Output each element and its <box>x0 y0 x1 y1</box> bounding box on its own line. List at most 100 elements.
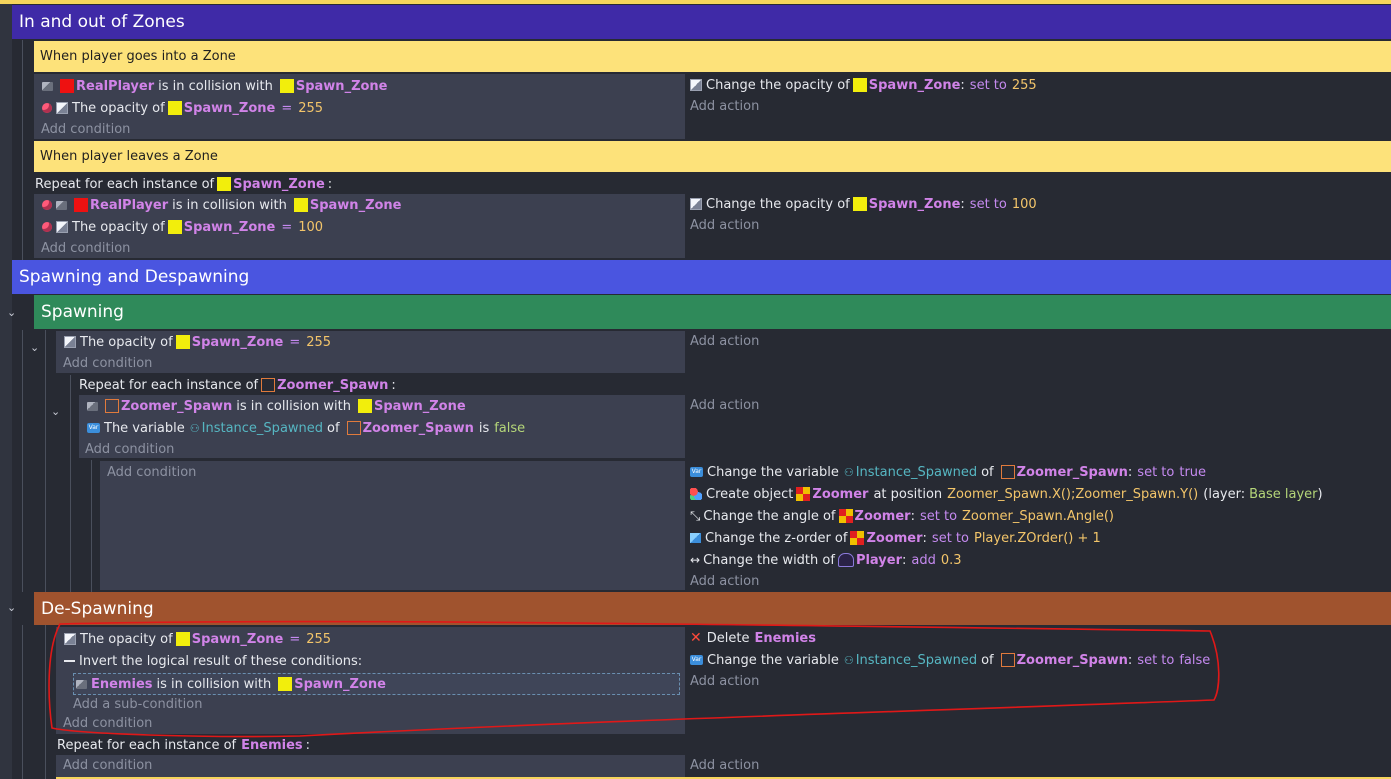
action-change-opacity[interactable]: Change the opacity of Spawn_Zone : set t… <box>690 194 1037 214</box>
condition-text: is in collision with <box>172 197 287 213</box>
repeat-event-actions[interactable]: Add action <box>686 395 1391 458</box>
action-change-variable[interactable]: Var Change the variable ⚇ Instance_Spawn… <box>690 650 1210 670</box>
create-object-icon <box>690 488 702 500</box>
group-spawning[interactable]: Spawning <box>34 295 1391 329</box>
comment-goes-into-zone[interactable]: When player goes into a Zone <box>34 41 1391 72</box>
event-2-actions[interactable]: Change the opacity of Spawn_Zone : set t… <box>686 194 1391 258</box>
add-action-button[interactable]: Add action <box>690 215 759 235</box>
group-spawning-and-despawning[interactable]: Spawning and Despawning <box>12 260 1391 294</box>
add-condition-button[interactable]: Add condition <box>63 755 152 775</box>
comment-text: When player goes into a Zone <box>40 49 236 64</box>
object-name: Zoomer <box>854 508 911 524</box>
repeat-header[interactable]: Repeat for each instance of Zoomer_Spawn… <box>79 375 396 395</box>
object-name: Zoomer_Spawn <box>362 420 474 436</box>
add-action-button[interactable]: Add action <box>690 96 759 116</box>
action-change-zorder[interactable]: Change the z-order of Zoomer : set to Pl… <box>690 528 1101 548</box>
repeat-event-conditions[interactable]: Zoomer_Spawn is in collision with Spawn_… <box>79 395 685 458</box>
action-delete[interactable]: ✕ Delete Enemies <box>690 628 816 648</box>
condition-opacity[interactable]: The opacity of Spawn_Zone = 100 <box>42 217 323 237</box>
chevron-down-icon[interactable]: ⌄ <box>7 306 16 319</box>
add-action-button[interactable]: Add action <box>690 395 759 415</box>
sub-event-conditions[interactable]: Add condition <box>100 461 685 590</box>
repeat-text: Repeat for each instance of <box>57 737 237 753</box>
event-2-conditions[interactable]: RealPlayer is in collision with Spawn_Zo… <box>34 194 685 258</box>
add-action-button[interactable]: Add action <box>690 755 759 775</box>
tree-line <box>70 375 71 592</box>
condition-text: is in collision with <box>236 398 352 414</box>
despawn-event-actions[interactable]: ✕ Delete Enemies Var Change the variable… <box>686 627 1391 734</box>
condition-opacity[interactable]: The opacity of Spawn_Zone = 255 <box>64 629 331 649</box>
chevron-down-icon[interactable]: ⌄ <box>30 341 39 354</box>
object-name: Spawn_Zone <box>233 176 325 192</box>
spawning-event-actions[interactable]: Add action <box>686 331 1391 373</box>
tree-line <box>22 40 23 260</box>
enemies-event-conditions[interactable]: Add condition <box>56 755 685 779</box>
variable-name: Instance_Spawned <box>855 464 978 480</box>
action-change-angle[interactable]: ⤡ Change the angle of Zoomer : set to Zo… <box>690 506 1114 526</box>
condition-collision[interactable]: RealPlayer is in collision with Spawn_Zo… <box>42 195 402 215</box>
condition-collision[interactable]: Zoomer_Spawn is in collision with Spawn_… <box>87 396 466 416</box>
chevron-down-icon[interactable]: ⌄ <box>51 405 60 418</box>
add-subcondition-button[interactable]: Add a sub-condition <box>73 694 202 714</box>
repeat-header[interactable]: Repeat for each instance of Spawn_Zone : <box>35 174 332 194</box>
comment-leaves-zone[interactable]: When player leaves a Zone <box>34 141 1391 172</box>
action-change-opacity[interactable]: Change the opacity of Spawn_Zone : set t… <box>690 75 1037 95</box>
value: 255 <box>1011 77 1037 93</box>
variable-name: Instance_Spawned <box>855 652 978 668</box>
object-name: Zoomer_Spawn <box>1016 652 1128 668</box>
tree-line <box>22 330 23 592</box>
condition-variable[interactable]: Var The variable ⚇ Instance_Spawned of Z… <box>87 418 525 438</box>
sub-event-actions[interactable]: Var Change the variable ⚇ Instance_Spawn… <box>686 461 1391 590</box>
condition-text: The opacity of <box>80 334 173 350</box>
condition-text: The opacity of <box>72 219 165 235</box>
condition-text: The opacity of <box>80 631 173 647</box>
add-action-button[interactable]: Add action <box>690 671 759 691</box>
player-icon <box>837 553 854 567</box>
event-1-conditions[interactable]: RealPlayer is in collision with Spawn_Zo… <box>34 74 685 139</box>
chevron-down-icon[interactable]: ⌄ <box>7 601 16 614</box>
object-name: Spawn_Zone <box>191 631 284 647</box>
condition-invert[interactable]: Invert the logical result of these condi… <box>64 651 362 671</box>
condition-text: is in collision with <box>158 78 273 94</box>
opacity-icon <box>56 102 68 114</box>
add-condition-button[interactable]: Add condition <box>107 462 196 482</box>
action-text: Change the opacity of <box>706 196 850 212</box>
despawn-event-conditions[interactable]: The opacity of Spawn_Zone = 255 Invert t… <box>56 627 685 734</box>
group-de-spawning[interactable]: De-Spawning <box>34 592 1391 625</box>
angle-icon: ⤡ <box>690 508 701 524</box>
value: 0.3 <box>940 552 962 568</box>
add-condition-button[interactable]: Add condition <box>41 238 130 258</box>
enemies-event-actions[interactable]: Add action <box>686 755 1391 779</box>
repeat-header[interactable]: Repeat for each instance of Enemies : <box>57 735 310 755</box>
opacity-icon <box>690 79 702 91</box>
add-condition-button[interactable]: Add condition <box>85 439 174 459</box>
condition-collision[interactable]: RealPlayer is in collision with Spawn_Zo… <box>42 76 388 96</box>
action-change-variable[interactable]: Var Change the variable ⚇ Instance_Spawn… <box>690 462 1206 482</box>
condition-opacity[interactable]: The opacity of Spawn_Zone = 255 <box>64 332 331 352</box>
spawning-event-conditions[interactable]: The opacity of Spawn_Zone = 255 Add cond… <box>56 331 685 373</box>
operator: = <box>281 219 293 235</box>
realplayer-icon <box>74 198 88 212</box>
add-action-button[interactable]: Add action <box>690 571 759 591</box>
object-name: Enemies <box>91 676 153 692</box>
add-condition-button[interactable]: Add condition <box>41 119 130 139</box>
sub-condition-box[interactable]: Enemies is in collision with Spawn_Zone <box>73 673 680 695</box>
spawn-zone-icon <box>217 177 232 191</box>
opacity-icon <box>690 198 702 210</box>
group-in-and-out-of-zones[interactable]: In and out of Zones <box>12 5 1391 39</box>
spawn-zone-icon <box>175 632 190 646</box>
action-text: Change the z-order of <box>705 530 848 546</box>
add-condition-button[interactable]: Add condition <box>63 713 152 733</box>
action-change-width[interactable]: ↔ Change the width of Player : add 0.3 <box>690 550 962 570</box>
zoomer-spawn-icon <box>1000 465 1015 479</box>
zoomer-icon <box>796 487 811 501</box>
action-text: (layer: <box>1203 486 1246 502</box>
add-condition-button[interactable]: Add condition <box>63 353 152 373</box>
event-1-actions[interactable]: Change the opacity of Spawn_Zone : set t… <box>686 74 1391 139</box>
condition-collision[interactable]: Enemies is in collision with Spawn_Zone <box>76 674 386 694</box>
add-action-button[interactable]: Add action <box>690 331 759 351</box>
condition-text: is in collision with <box>156 676 272 692</box>
object-name: Spawn_Zone <box>183 100 276 116</box>
condition-opacity[interactable]: The opacity of Spawn_Zone = 255 <box>42 98 323 118</box>
action-create-object[interactable]: Create object Zoomer at position Zoomer_… <box>690 484 1323 504</box>
